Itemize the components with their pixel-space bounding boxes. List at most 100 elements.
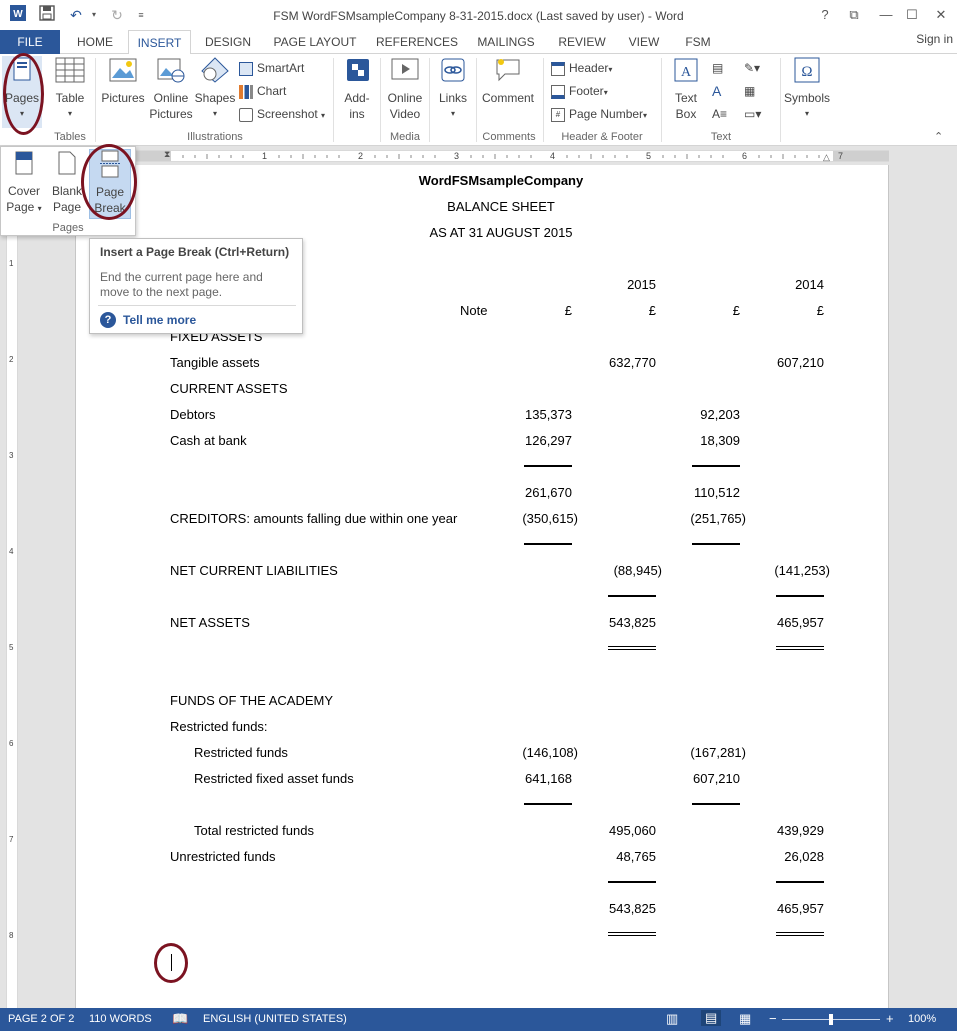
ribbon-display-options-icon[interactable]: ⧉	[843, 5, 865, 25]
smartart-button[interactable]: SmartArt	[239, 59, 304, 77]
comment-button[interactable]: Comment	[480, 56, 536, 128]
ruler-ticks	[135, 151, 889, 161]
tab-mailings[interactable]: MAILINGS	[470, 30, 542, 54]
links-dropdown-icon: ▾	[450, 109, 455, 118]
web-layout-icon[interactable]: ▦	[739, 1011, 751, 1027]
tab-fsm[interactable]: FSM	[676, 30, 720, 54]
blank-page-icon	[58, 151, 76, 175]
online-pictures-button[interactable]: Online Pictures	[148, 56, 194, 128]
tab-references[interactable]: REFERENCES	[372, 30, 462, 54]
vertical-ruler[interactable]: 1 2 3 4 5 6 7 8	[6, 162, 18, 1008]
net-assets-2015: 543,825	[609, 615, 656, 630]
blank-page-label-2: Page	[52, 200, 82, 214]
page-count[interactable]: PAGE 2 OF 2	[8, 1013, 74, 1025]
currency-col2: £	[648, 303, 656, 318]
cover-page-label-2: Page	[6, 200, 35, 214]
funds-label: FUNDS OF THE ACADEMY	[170, 693, 334, 708]
total-restricted-label: Total restricted funds	[194, 823, 314, 838]
online-pictures-icon	[157, 58, 185, 83]
tab-view[interactable]: VIEW	[620, 30, 668, 54]
tab-review[interactable]: REVIEW	[552, 30, 612, 54]
close-button[interactable]: ✕	[930, 5, 952, 25]
drop-cap-icon[interactable]: A≡	[712, 105, 734, 123]
comments-group-label: Comments	[482, 131, 536, 143]
links-button[interactable]: Links ▾	[432, 56, 474, 128]
collapse-ribbon-icon[interactable]: ⌃	[934, 130, 943, 143]
add-ins-button[interactable]: Add- ins	[337, 56, 377, 128]
online-video-button[interactable]: Online Video	[384, 56, 426, 128]
tab-page-layout[interactable]: PAGE LAYOUT	[267, 30, 363, 54]
language[interactable]: ENGLISH (UNITED STATES)	[203, 1013, 347, 1025]
read-mode-icon[interactable]: ▥	[666, 1011, 678, 1027]
table-icon	[55, 57, 85, 83]
double-underline	[776, 932, 824, 936]
footer-button[interactable]: Footer▾	[551, 82, 608, 100]
indent-marker-icon[interactable]: ⧗	[164, 149, 170, 160]
text-box-button[interactable]: A Text Box	[666, 56, 706, 128]
debtors-2015: 135,373	[525, 407, 572, 422]
page-number-icon: #	[551, 107, 565, 122]
tab-insert[interactable]: INSERT	[128, 30, 191, 55]
tab-home[interactable]: HOME	[66, 30, 124, 54]
add-ins-label-1: Add-	[344, 91, 370, 105]
tell-me-more-link[interactable]: Tell me more	[123, 313, 196, 327]
help-icon[interactable]: ?	[100, 312, 116, 328]
media-group-label: Media	[390, 131, 420, 143]
cover-page-icon	[15, 151, 33, 175]
tab-design[interactable]: DESIGN	[197, 30, 259, 54]
print-layout-icon[interactable]: ▤	[701, 1010, 722, 1026]
total-funds-2014: 465,957	[777, 901, 824, 916]
wordart-icon[interactable]: A	[712, 82, 734, 100]
zoom-in-button[interactable]: +	[886, 1011, 894, 1026]
ruler-number: 4	[550, 151, 556, 161]
word-count[interactable]: 110 WORDS	[89, 1013, 152, 1025]
tooltip-description-line2: move to the next page.	[100, 285, 223, 299]
separator	[780, 58, 781, 142]
links-label: Links	[438, 91, 467, 105]
right-indent-marker-icon[interactable]: △	[823, 152, 830, 163]
object-icon[interactable]: ▭▾	[744, 105, 772, 123]
underline	[776, 595, 824, 597]
proofing-icon[interactable]: 📖	[172, 1011, 188, 1027]
restricted-fixed-2014: 607,210	[693, 771, 740, 786]
screenshot-button[interactable]: Screenshot ▾	[239, 105, 325, 123]
cover-page-button[interactable]: Cover Page ▾	[3, 151, 45, 219]
ruler-number: 5	[646, 151, 652, 161]
help-button[interactable]: ?	[814, 5, 836, 25]
current-assets-label: CURRENT ASSETS	[170, 381, 288, 396]
separator	[429, 58, 430, 142]
chart-button[interactable]: Chart	[239, 82, 286, 100]
zoom-level[interactable]: 100%	[908, 1013, 936, 1025]
table-button[interactable]: Table ▾	[48, 56, 92, 128]
header-icon	[551, 61, 565, 76]
unrestricted-label: Unrestricted funds	[170, 849, 276, 864]
quick-parts-icon[interactable]: ▤	[712, 59, 734, 77]
shapes-button[interactable]: Shapes ▾	[194, 56, 236, 128]
date-time-icon[interactable]: ▦	[744, 82, 772, 100]
tab-file[interactable]: FILE	[0, 30, 60, 54]
total-funds-2015: 543,825	[609, 901, 656, 916]
zoom-out-button[interactable]: −	[769, 1011, 777, 1026]
horizontal-ruler[interactable]: 1 2 3 4 5 6 7 ⧗ △	[135, 149, 889, 163]
highlight-ring-page-break	[81, 144, 137, 220]
symbols-button[interactable]: Ω Symbols ▾	[784, 56, 830, 128]
subtotal-2015: 261,670	[525, 485, 572, 500]
pictures-button[interactable]: Pictures	[100, 56, 146, 128]
maximize-button[interactable]: ☐	[901, 5, 923, 25]
highlight-ring-pages	[3, 53, 44, 135]
header-dropdown-icon: ▾	[608, 65, 613, 74]
page-number-button[interactable]: # Page Number▾	[551, 105, 647, 123]
header-button[interactable]: Header▾	[551, 59, 612, 77]
cash-label: Cash at bank	[170, 433, 247, 448]
ribbon-insert: Pages ▾ Table ▾ Tables Pictures Online P…	[0, 54, 957, 146]
subtotal-2014: 110,512	[693, 485, 740, 500]
text-box-label-2: Box	[675, 107, 697, 121]
separator	[333, 58, 334, 142]
sign-in-link[interactable]: Sign in	[916, 32, 953, 46]
ncl-2014: (141,253)	[774, 563, 830, 578]
separator	[543, 58, 544, 142]
signature-line-icon[interactable]: ✎▾	[744, 59, 772, 77]
ruler-number: 7	[9, 835, 14, 844]
zoom-slider-thumb[interactable]	[829, 1014, 833, 1025]
minimize-button[interactable]: —	[875, 5, 897, 25]
